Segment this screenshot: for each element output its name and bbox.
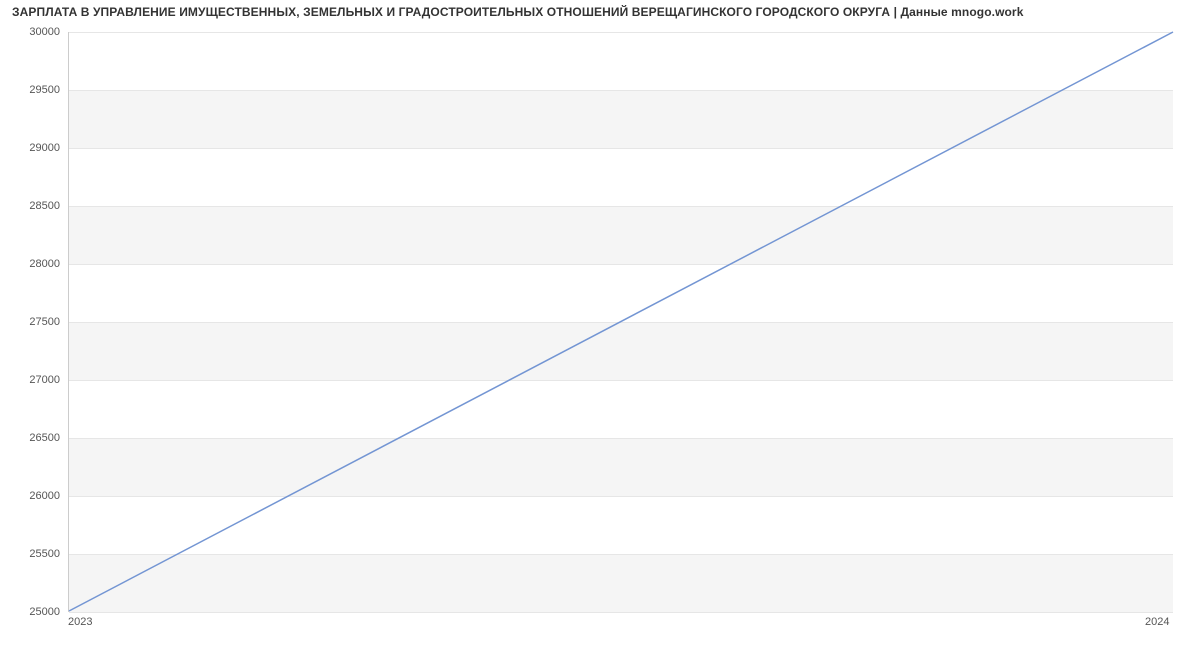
- chart-title: ЗАРПЛАТА В УПРАВЛЕНИЕ ИМУЩЕСТВЕННЫХ, ЗЕМ…: [12, 5, 1023, 19]
- y-gridline: [69, 612, 1173, 613]
- data-line: [69, 32, 1173, 611]
- x-tick-label: 2024: [1145, 616, 1169, 628]
- plot-area: [68, 32, 1173, 612]
- y-tick-label: 30000: [29, 26, 60, 38]
- y-tick-label: 26500: [29, 432, 60, 444]
- x-tick-label: 2023: [68, 616, 92, 628]
- y-tick-label: 29500: [29, 84, 60, 96]
- y-tick-label: 29000: [29, 142, 60, 154]
- y-tick-label: 27500: [29, 316, 60, 328]
- chart-container: ЗАРПЛАТА В УПРАВЛЕНИЕ ИМУЩЕСТВЕННЫХ, ЗЕМ…: [0, 0, 1200, 650]
- line-svg: [69, 32, 1173, 611]
- y-tick-label: 28500: [29, 200, 60, 212]
- y-tick-label: 27000: [29, 374, 60, 386]
- y-tick-label: 25500: [29, 548, 60, 560]
- y-tick-label: 26000: [29, 490, 60, 502]
- y-tick-label: 28000: [29, 258, 60, 270]
- y-tick-label: 25000: [29, 606, 60, 618]
